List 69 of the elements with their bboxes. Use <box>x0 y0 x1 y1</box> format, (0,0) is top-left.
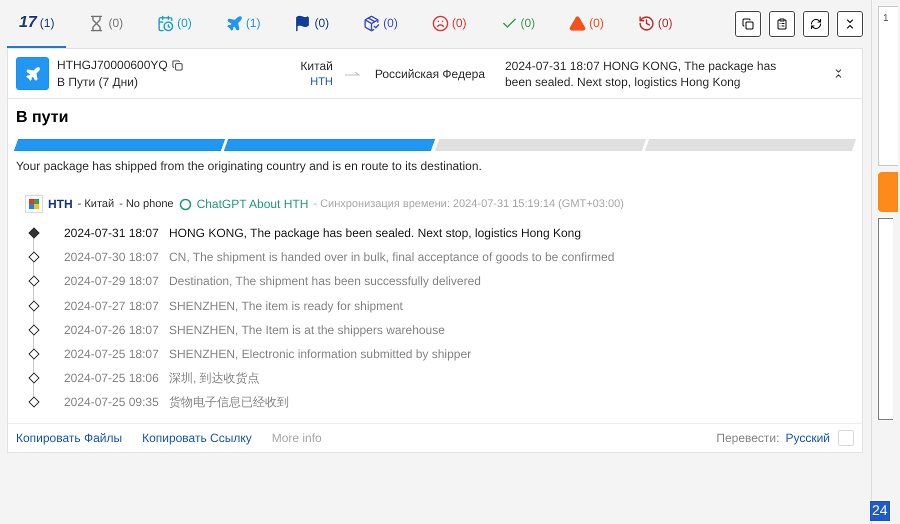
status-tab[interactable]: (0) <box>145 0 204 48</box>
status-title: В пути <box>16 109 70 127</box>
event-time: 2024-07-25 18:07 <box>64 347 160 362</box>
refresh-icon <box>810 18 822 30</box>
destination-country: Российская Федера <box>374 66 485 80</box>
status-tab[interactable]: (0) <box>557 0 616 48</box>
status-tab[interactable]: (0) <box>420 0 478 48</box>
copy-files-link[interactable]: Копировать Файлы <box>16 430 122 444</box>
plane-icon <box>16 57 49 90</box>
carrier-country: - Китай <box>78 198 114 210</box>
carrier-logo-icon <box>25 195 43 213</box>
status-tab[interactable]: (0) <box>282 0 342 48</box>
tab-count: (0) <box>177 16 192 30</box>
copy-list-button[interactable] <box>769 11 795 37</box>
event-time: 2024-07-26 18:07 <box>64 322 160 337</box>
copy-button[interactable] <box>735 11 761 37</box>
status-tab[interactable]: (0) <box>351 0 410 48</box>
sync-time: - Синхронизация времени: 2024-07-31 15:19:14 (GMT+03:00) <box>313 198 624 210</box>
tab-count: (1) <box>246 16 260 30</box>
logo: 17 <box>19 14 37 32</box>
copy-link[interactable]: Копировать Ссылку <box>142 430 252 444</box>
event-time: 2024-07-30 18:07 <box>64 250 160 264</box>
status-tab[interactable]: (0) <box>626 0 685 48</box>
collapse-icon[interactable] <box>833 68 844 79</box>
copy-icon[interactable] <box>172 60 183 70</box>
event-time: 2024-07-25 18:06 <box>64 371 160 386</box>
carrier-name: HTH <box>310 76 333 88</box>
event-description: SHENZHEN, The Item is at the shippers warehouse <box>169 322 445 337</box>
chatgpt-icon <box>178 198 192 210</box>
collapse-button[interactable] <box>837 11 863 37</box>
chatgpt-link[interactable]: ChatGPT About HTH <box>196 197 308 211</box>
tab-count: (0) <box>108 16 124 30</box>
event-description: SHENZHEN, The item is ready for shipment <box>169 298 403 313</box>
status-tab[interactable]: (0) <box>76 0 136 48</box>
event-description: Destination, The shipment has been successfully delivered <box>169 274 481 288</box>
carrier-phone: - No phone <box>119 198 174 210</box>
collapse-icon <box>844 18 856 30</box>
tab-count: (0) <box>589 16 604 30</box>
event-description: HONG KONG, The package has been sealed. Next stop, logistics Hong Kong <box>169 226 581 240</box>
tab-count: (1) <box>40 16 54 30</box>
latest-event: 2024-07-31 18:07 HONG KONG, The package has been sealed. Next stop, logistics Hong Kong <box>505 58 778 90</box>
tab-count: (0) <box>452 16 466 30</box>
tab-count: (0) <box>520 16 536 30</box>
event-time: 2024-07-31 18:07 <box>64 226 160 240</box>
tab-count: (0) <box>383 16 398 30</box>
status-description: Your package has shipped from the originating country and is en route to its destination. <box>16 159 483 173</box>
status-tab[interactable]: (1) <box>214 0 272 48</box>
event-time: 2024-07-27 18:07 <box>64 298 160 313</box>
copy-icon <box>742 18 754 30</box>
tab-count: (0) <box>658 16 673 30</box>
tracking-number: HTHGJ70000600YQ <box>57 58 168 72</box>
event-description: 货物电子信息已经收到 <box>169 394 289 411</box>
language-link[interactable]: Русский <box>785 430 830 444</box>
origin-country: Китай <box>300 59 333 73</box>
event-description: CN, The shipment is handed over in bulk, final acceptance of goods to be confirmed <box>169 250 614 264</box>
extension-badge[interactable]: 24 <box>870 501 890 521</box>
side-text: 1 <box>883 13 889 24</box>
event-description: 深圳, 到达收货点 <box>169 370 260 387</box>
event-description: SHENZHEN, Electronic information submitted by shipper <box>169 347 472 362</box>
carrier-name[interactable]: HTH <box>48 197 73 211</box>
refresh-button[interactable] <box>803 11 829 37</box>
clipboard-icon <box>776 18 788 30</box>
status-tab[interactable]: (0) <box>488 0 548 48</box>
tab-count: (0) <box>314 16 330 30</box>
translate-label: Перевести: <box>716 430 780 444</box>
event-time: 2024-07-25 09:35 <box>64 395 160 410</box>
translate-checkbox[interactable] <box>838 430 854 446</box>
shipment-status: В Пути (7 Дни) <box>57 75 139 89</box>
event-time: 2024-07-29 18:07 <box>64 274 160 288</box>
